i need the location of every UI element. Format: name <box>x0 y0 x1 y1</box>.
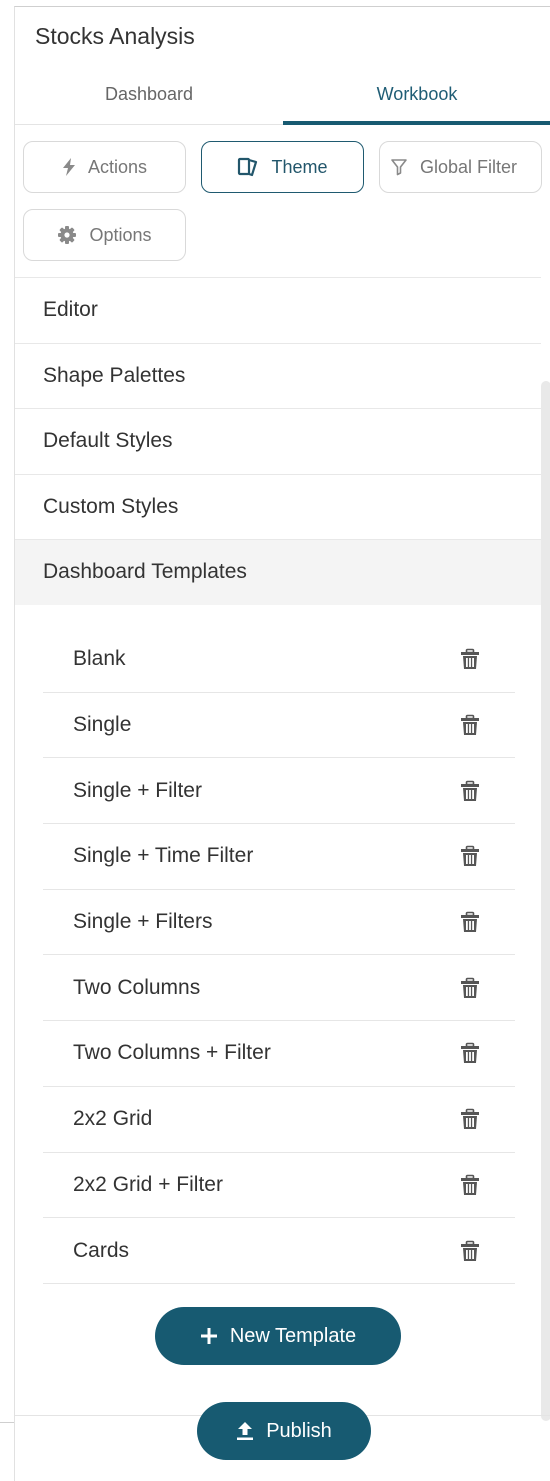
trash-icon[interactable] <box>459 911 481 933</box>
publish-label: Publish <box>266 1419 332 1442</box>
template-name: Single + Filters <box>73 910 213 934</box>
lightning-icon <box>62 158 75 176</box>
options-button[interactable]: Options <box>23 209 186 261</box>
list-item[interactable]: Single <box>43 693 515 759</box>
upload-icon <box>237 1422 254 1440</box>
theme-label: Theme <box>271 156 328 177</box>
section-dashboard-templates[interactable]: Dashboard Templates <box>15 539 541 605</box>
trash-icon[interactable] <box>459 1174 481 1196</box>
template-list: Blank Single Single + Filter Single + Ti… <box>43 627 515 1284</box>
trash-icon[interactable] <box>459 977 481 999</box>
tab-dashboard[interactable]: Dashboard <box>15 79 283 125</box>
tab-workbook[interactable]: Workbook <box>283 79 550 125</box>
theme-button[interactable]: Theme <box>201 141 364 193</box>
new-template-label: New Template <box>229 1324 357 1347</box>
panel-title: Stocks Analysis <box>35 23 195 49</box>
trash-icon[interactable] <box>459 845 481 867</box>
template-name: Single <box>73 713 132 737</box>
global-filter-label: Global Filter <box>420 156 518 177</box>
gear-icon <box>58 226 77 244</box>
template-name: Cards <box>73 1238 130 1262</box>
scrollbar[interactable] <box>541 269 550 1421</box>
list-item[interactable]: Two Columns + Filter <box>43 1021 515 1087</box>
template-name: 2x2 Grid <box>73 1107 153 1131</box>
section-custom-styles[interactable]: Custom Styles <box>15 473 541 540</box>
list-item[interactable]: Blank <box>43 627 515 693</box>
filter-icon <box>391 159 407 176</box>
template-name: Single + Filter <box>73 778 202 802</box>
actions-button[interactable]: Actions <box>23 141 186 193</box>
list-item[interactable]: Single + Time Filter <box>43 824 515 890</box>
theme-icon <box>238 157 258 177</box>
scrollbar-thumb[interactable] <box>541 381 550 1421</box>
panel-tabs: Dashboard Workbook <box>15 79 550 125</box>
template-name: 2x2 Grid + Filter <box>73 1172 223 1196</box>
trash-icon[interactable] <box>459 714 481 736</box>
template-name: Two Columns + Filter <box>73 1041 271 1065</box>
list-item[interactable]: 2x2 Grid + Filter <box>43 1153 515 1219</box>
list-item[interactable]: 2x2 Grid <box>43 1087 515 1153</box>
list-item[interactable]: Cards <box>43 1218 515 1284</box>
trash-icon[interactable] <box>459 1042 481 1064</box>
section-shape-palettes[interactable]: Shape Palettes <box>15 342 541 409</box>
list-item[interactable]: Single + Filters <box>43 890 515 956</box>
trash-icon[interactable] <box>459 648 481 670</box>
new-template-button[interactable]: New Template <box>155 1307 401 1365</box>
actions-label: Actions <box>87 156 148 177</box>
trash-icon[interactable] <box>459 1108 481 1130</box>
list-item[interactable]: Single + Filter <box>43 758 515 825</box>
section-default-styles[interactable]: Default Styles <box>15 408 541 474</box>
global-filter-button[interactable]: Global Filter <box>379 141 542 193</box>
trash-icon[interactable] <box>459 780 481 802</box>
publish-button[interactable]: Publish <box>197 1402 371 1460</box>
theme-sections: Editor Shape Palettes Default Styles Cus… <box>15 277 541 605</box>
workbook-panel: Stocks Analysis Dashboard Workbook Actio… <box>14 6 550 1481</box>
options-label: Options <box>89 224 152 245</box>
trash-icon[interactable] <box>459 1240 481 1262</box>
left-divider <box>0 1422 14 1423</box>
template-name: Blank <box>73 647 126 671</box>
template-name: Two Columns <box>73 975 201 999</box>
template-name: Single + Time Filter <box>73 844 254 868</box>
list-item[interactable]: Two Columns <box>43 955 515 1022</box>
plus-icon <box>200 1328 217 1344</box>
section-editor[interactable]: Editor <box>15 277 541 343</box>
